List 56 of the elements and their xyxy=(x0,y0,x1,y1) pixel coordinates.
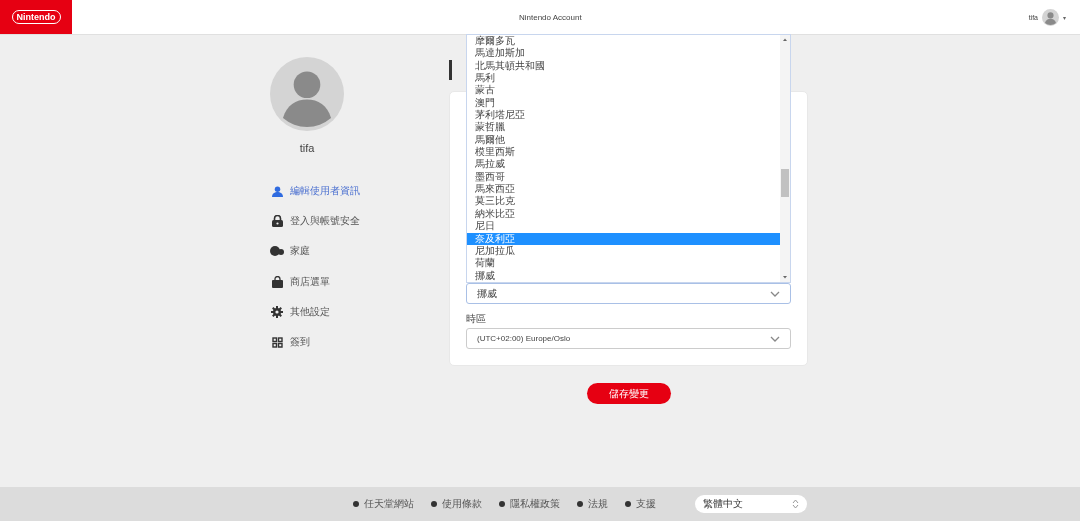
bullet-icon xyxy=(625,501,631,507)
sidebar-item[interactable]: 其他設定 xyxy=(270,296,449,327)
timezone-select[interactable]: (UTC+02:00) Europe/Oslo xyxy=(466,328,791,349)
dropdown-option[interactable]: 納米比亞 xyxy=(467,207,780,221)
dropdown-option[interactable]: 摩爾多瓦 xyxy=(467,35,780,48)
settings-icon xyxy=(271,305,283,318)
dropdown-option[interactable]: 尼日 xyxy=(467,220,780,233)
scrollbar[interactable] xyxy=(780,35,790,282)
country-select[interactable]: 挪威 xyxy=(466,283,791,304)
up-down-icon xyxy=(792,499,799,509)
chevron-down-icon xyxy=(770,335,780,342)
avatar-icon xyxy=(270,57,344,131)
bullet-icon xyxy=(577,501,583,507)
footer-link[interactable]: 支援 xyxy=(625,497,656,511)
footer-link[interactable]: 法規 xyxy=(577,497,608,511)
footer-link[interactable]: 使用條款 xyxy=(431,497,482,511)
lock-icon xyxy=(271,215,283,228)
dropdown-option[interactable]: 馬拉威 xyxy=(467,158,780,171)
dropdown-option[interactable]: 澳門 xyxy=(467,96,780,110)
sidebar-item[interactable]: 家庭 xyxy=(270,236,449,267)
dropdown-option[interactable]: 北馬其頓共和國 xyxy=(467,59,780,73)
sidebar-item[interactable]: 編輯使用者資訊 xyxy=(270,176,449,207)
person-icon xyxy=(271,185,283,197)
dropdown-option[interactable]: 模里西斯 xyxy=(467,146,780,159)
footer-link[interactable]: 任天堂網站 xyxy=(353,497,414,511)
sidebar-item[interactable]: 商店選單 xyxy=(270,266,449,297)
bullet-icon xyxy=(353,501,359,507)
profile-name: tifa xyxy=(299,142,315,154)
save-button[interactable]: 儲存變更 xyxy=(586,383,671,404)
heading-accent xyxy=(449,60,452,80)
bag-icon xyxy=(271,275,283,288)
dropdown-option[interactable]: 挪威 xyxy=(467,269,780,282)
dropdown-option[interactable]: 墨西哥 xyxy=(467,170,780,184)
page-title: Nintendo Account xyxy=(517,12,583,22)
footer-link[interactable]: 隱私權政策 xyxy=(499,497,560,511)
people-icon xyxy=(270,246,284,257)
scrollbar-thumb[interactable] xyxy=(781,169,789,197)
dropdown-option[interactable]: 蒙哲臘 xyxy=(467,121,780,134)
dropdown-option[interactable]: 荷蘭 xyxy=(467,257,780,270)
bullet-icon xyxy=(431,501,437,507)
dropdown-option[interactable]: 馬爾他 xyxy=(467,133,780,147)
language-select[interactable]: 繁體中文 xyxy=(695,495,807,513)
dropdown-option[interactable]: 馬達加斯加 xyxy=(467,47,780,60)
bullet-icon xyxy=(499,501,505,507)
dropdown-option[interactable]: 尼加拉瓜 xyxy=(467,244,780,258)
dropdown-option[interactable]: 馬來西亞 xyxy=(467,183,780,196)
dropdown-option[interactable]: 馬利 xyxy=(467,72,780,85)
grid-icon xyxy=(271,336,283,348)
sidebar-item[interactable]: 簽到 xyxy=(270,326,449,358)
avatar-icon xyxy=(1042,8,1059,26)
chevron-down-icon xyxy=(770,290,780,297)
dropdown-option[interactable]: 莫三比克 xyxy=(467,195,780,208)
dropdown-option[interactable]: 蒙古 xyxy=(467,84,780,97)
sidebar-item[interactable]: 登入與帳號安全 xyxy=(270,206,449,237)
dropdown-option[interactable]: 茅利塔尼亞 xyxy=(467,109,780,122)
timezone-label: 時區 xyxy=(466,312,487,326)
